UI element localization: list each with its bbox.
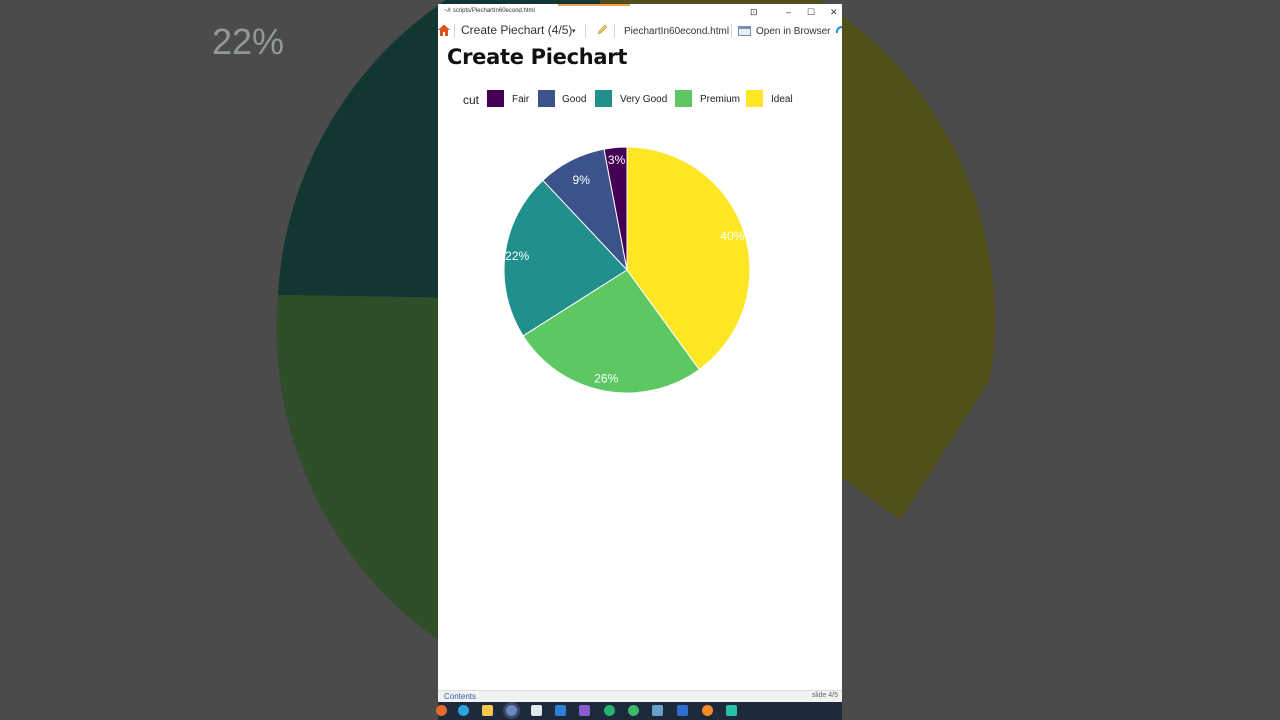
mail-icon[interactable] bbox=[555, 705, 566, 716]
pie-label-very-good: 22% bbox=[505, 249, 529, 263]
pie-label-fair: 3% bbox=[608, 153, 626, 167]
visual-studio-icon[interactable] bbox=[579, 705, 590, 716]
background-percent-label: 22% bbox=[212, 21, 284, 62]
blender-icon[interactable] bbox=[702, 705, 713, 716]
file-explorer-icon[interactable] bbox=[482, 705, 493, 716]
pie-chart: 3% 9% 22% 26% 40% bbox=[503, 146, 751, 394]
pie-label-premium: 26% bbox=[594, 372, 618, 386]
app-icon[interactable] bbox=[726, 705, 737, 716]
git-icon[interactable] bbox=[604, 705, 615, 716]
contents-link[interactable]: Contents bbox=[444, 692, 476, 701]
taskbar bbox=[436, 702, 842, 720]
edge-icon[interactable] bbox=[458, 705, 469, 716]
rstudio-icon[interactable] bbox=[506, 705, 517, 716]
user-icon[interactable] bbox=[628, 705, 639, 716]
pie-label-good: 9% bbox=[573, 173, 591, 187]
presentation-window: ~/r scripts/PiechartIn60econd.html ⊡ – ☐… bbox=[438, 4, 842, 720]
photos-icon[interactable] bbox=[677, 705, 688, 716]
firefox-icon[interactable] bbox=[436, 705, 447, 716]
pie-label-ideal: 40% bbox=[720, 229, 744, 243]
terminal-icon[interactable] bbox=[531, 705, 542, 716]
slide-indicator: slide 4/5 bbox=[811, 692, 838, 699]
notes-icon[interactable] bbox=[652, 705, 663, 716]
